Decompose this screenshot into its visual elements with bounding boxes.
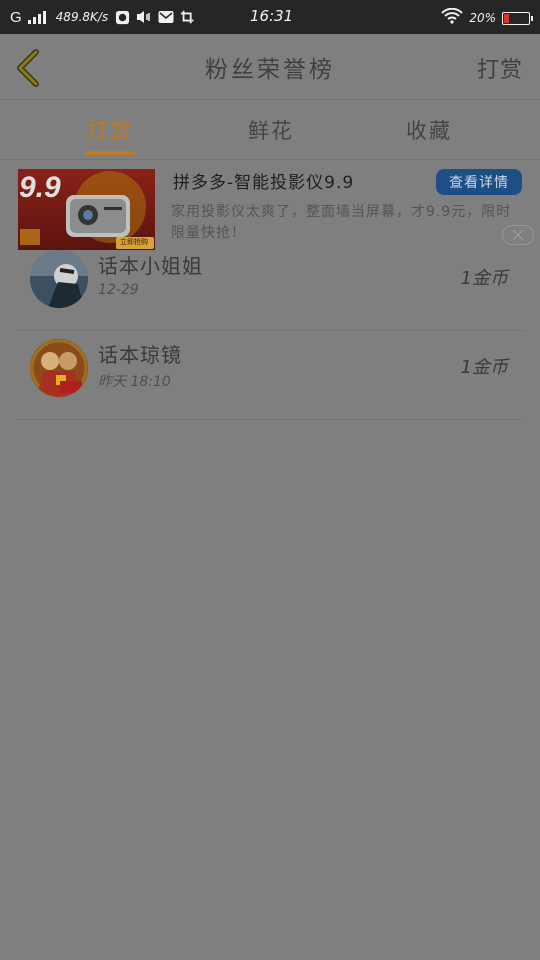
ad-title[interactable]: 拼多多-智能投影仪9.9: [173, 168, 354, 193]
close-icon: [512, 229, 524, 241]
wifi-icon: [441, 7, 464, 28]
list-item[interactable]: 话本小姐姐 12-29 1金币: [16, 242, 524, 331]
battery-percent: 20%: [469, 11, 496, 25]
reward-amount: 1金币: [460, 357, 508, 378]
reward-date: 12-29: [98, 282, 139, 298]
user-name: 话本琼镜: [98, 343, 182, 367]
volume-icon: [136, 9, 152, 25]
tip-button[interactable]: 打赏: [477, 52, 523, 84]
page-title: 粉丝荣誉榜: [205, 56, 335, 83]
list-item[interactable]: 话本琼镜 昨天 18:10 1金币: [16, 331, 524, 420]
browser-icon: [114, 9, 130, 25]
mail-icon: [158, 9, 174, 25]
clock: 16:31: [250, 7, 294, 25]
ad-description: 家用投影仪太爽了，整面墙当屏幕，才9.9元，限时限量快抢！: [171, 204, 512, 241]
avatar: [30, 339, 88, 397]
network-type: G: [10, 8, 22, 26]
app-header: 粉丝荣誉榜 打赏: [0, 34, 540, 100]
reward-date: 昨天 18:10: [98, 374, 171, 390]
tab-favorites[interactable]: 收藏: [406, 115, 452, 145]
signal-icon: [27, 10, 46, 24]
ad-details-button[interactable]: 查看详情: [436, 169, 522, 195]
chevron-left-icon: [17, 49, 39, 87]
ad-banner[interactable]: 9.9 立即抢购 拼多多-智能投影仪9.9 查看详情 家用投影仪太爽了，整面墙当…: [0, 162, 540, 252]
user-name: 话本小姐姐: [98, 254, 203, 278]
ad-image[interactable]: 9.9 立即抢购: [18, 169, 155, 250]
avatar: [30, 250, 88, 308]
tab-tip[interactable]: 打赏: [87, 115, 133, 145]
battery-level: [504, 13, 509, 23]
reward-amount: 1金币: [460, 268, 508, 289]
screenshot-icon: [180, 9, 196, 25]
status-left: G 489.8K/s: [0, 9, 196, 26]
tab-bar: 打赏 鲜花 收藏: [0, 101, 540, 160]
network-speed: 489.8K/s: [55, 10, 109, 24]
battery-icon: [502, 11, 533, 25]
status-bar: G 489.8K/s 16:31 20%: [0, 0, 540, 34]
active-tab-indicator: [85, 151, 135, 155]
status-right: 20%: [441, 7, 533, 28]
back-button[interactable]: [12, 48, 46, 88]
tab-flowers[interactable]: 鲜花: [248, 115, 294, 145]
